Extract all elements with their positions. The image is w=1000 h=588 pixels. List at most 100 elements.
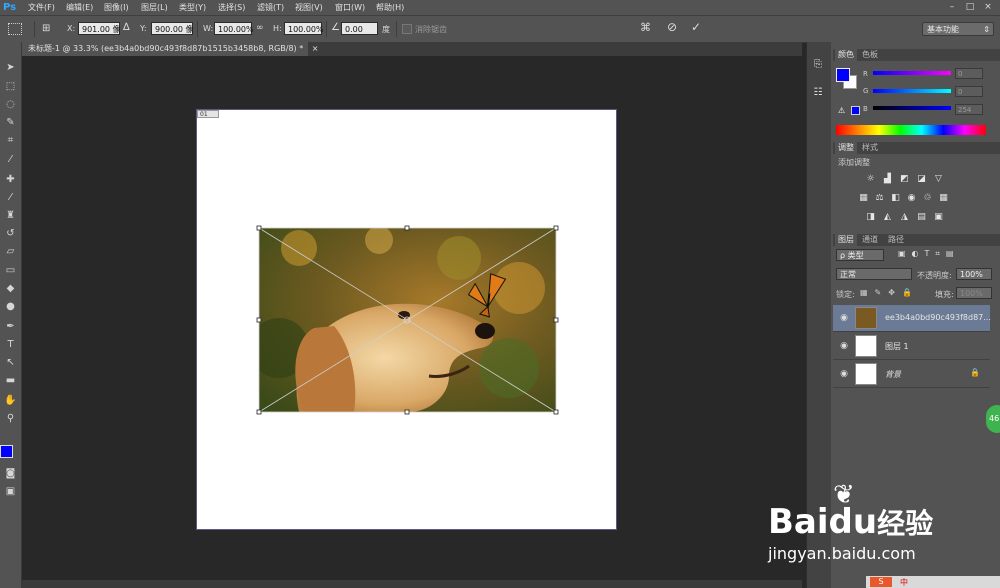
photo-filter-icon[interactable]: ◉	[905, 193, 918, 204]
properties-panel-icon[interactable]: ☷	[811, 86, 825, 100]
gradient-tool-icon[interactable]: ▭	[3, 263, 18, 278]
layer-row-layer-1[interactable]: ◉ 图层 1	[833, 333, 990, 360]
screen-mode-icon[interactable]: ▣	[3, 484, 18, 499]
g-field[interactable]: 0	[955, 86, 983, 97]
levels-icon[interactable]: ▟	[881, 174, 894, 185]
blend-mode-select[interactable]: 正常	[836, 268, 912, 280]
layer-filter-icons[interactable]: ▣◐T⌗▤	[898, 249, 960, 259]
menu-help[interactable]: 帮助(H)	[376, 0, 404, 15]
color-spectrum-bar[interactable]	[836, 125, 986, 135]
cancel-transform-icon[interactable]: ⊘	[667, 20, 677, 34]
eye-icon[interactable]: ◉	[838, 368, 850, 380]
lasso-tool-icon[interactable]: ◌	[3, 97, 18, 112]
notification-badge[interactable]: 46	[986, 405, 1000, 433]
close-button[interactable]: ×	[982, 2, 994, 13]
hand-tool-icon[interactable]: ✋	[3, 393, 18, 408]
eye-icon[interactable]: ◉	[838, 312, 850, 324]
shape-tool-icon[interactable]: ▬	[3, 373, 18, 388]
selective-color-icon[interactable]: ▣	[932, 212, 945, 223]
layer-name[interactable]: 背景	[885, 369, 901, 380]
tab-swatches[interactable]: 色板	[859, 49, 881, 61]
warp-icon[interactable]: ⌘	[640, 21, 651, 34]
link-icon[interactable]: ∞	[256, 23, 264, 33]
color-foreground-swatch[interactable]	[836, 68, 850, 82]
w-field[interactable]: 100.00%	[214, 22, 254, 35]
free-transform-box[interactable]	[255, 224, 560, 416]
h-field[interactable]: 100.00%	[284, 22, 324, 35]
marquee-tool-icon[interactable]: ⬚	[3, 79, 18, 94]
tab-adjustments[interactable]: 调整	[835, 142, 857, 154]
lock-icons[interactable]: ▦✎✥🔒	[860, 288, 919, 297]
menu-image[interactable]: 图像(I)	[104, 0, 129, 15]
history-panel-icon[interactable]: ⎘	[811, 58, 825, 72]
history-brush-tool-icon[interactable]: ↺	[3, 226, 18, 241]
layer-name[interactable]: 图层 1	[885, 341, 909, 352]
layer-name[interactable]: ee3b4a0bd90c493f8d87...	[885, 313, 991, 322]
blur-tool-icon[interactable]: ◆	[3, 281, 18, 296]
document-tab[interactable]: 未标题-1 @ 33.3% (ee3b4a0bd90c493f8d87b1515…	[22, 42, 318, 56]
websafe-color-icon[interactable]	[851, 106, 860, 115]
healing-tool-icon[interactable]: ✚	[3, 172, 18, 187]
angle-field[interactable]: 0.00	[341, 22, 378, 35]
menu-edit[interactable]: 编辑(E)	[66, 0, 93, 15]
r-field[interactable]: 0	[955, 68, 983, 79]
dodge-tool-icon[interactable]: ●	[3, 299, 18, 314]
reference-point-icon[interactable]: ⊞	[42, 22, 56, 36]
hue-saturation-icon[interactable]: ▦	[857, 193, 870, 204]
zoom-tool-icon[interactable]: ⚲	[3, 411, 18, 426]
g-slider[interactable]	[873, 89, 951, 93]
brightness-icon[interactable]: ☼	[864, 174, 877, 185]
menu-file[interactable]: 文件(F)	[28, 0, 55, 15]
commit-transform-icon[interactable]: ✓	[691, 20, 701, 34]
stamp-tool-icon[interactable]: ♜	[3, 208, 18, 223]
vibrance-icon[interactable]: ▽	[932, 174, 945, 185]
document-tab-close[interactable]: ×	[312, 44, 319, 53]
brush-tool-icon[interactable]: ⁄	[3, 190, 18, 205]
posterize-icon[interactable]: ◭	[881, 212, 894, 223]
path-select-tool-icon[interactable]: ↖	[3, 355, 18, 370]
black-white-icon[interactable]: ◧	[889, 193, 902, 204]
eye-icon[interactable]: ◉	[838, 340, 850, 352]
workspace-select[interactable]: 基本功能 ⇕	[922, 22, 994, 36]
menu-layer[interactable]: 图层(L)	[141, 0, 168, 15]
quick-mask-icon[interactable]: ◙	[3, 466, 18, 481]
menu-view[interactable]: 视图(V)	[295, 0, 323, 15]
x-field[interactable]: 901.00 像	[78, 22, 121, 35]
antialias-checkbox[interactable]	[402, 24, 412, 34]
b-slider[interactable]	[873, 106, 951, 110]
tab-styles[interactable]: 样式	[859, 142, 881, 154]
maximize-button[interactable]: □	[964, 2, 976, 13]
invert-icon[interactable]: ◨	[864, 212, 877, 223]
b-field[interactable]: 254	[955, 104, 983, 115]
delta-icon[interactable]: ∆	[123, 22, 130, 33]
tab-color[interactable]: 颜色	[835, 49, 857, 61]
opacity-field[interactable]: 100%	[956, 268, 992, 280]
r-slider[interactable]	[873, 71, 951, 75]
threshold-icon[interactable]: ◮	[898, 212, 911, 223]
layer-row-smart-object[interactable]: ◉ ee3b4a0bd90c493f8d87...	[833, 305, 991, 332]
eraser-tool-icon[interactable]: ▱	[3, 244, 18, 259]
menu-filter[interactable]: 滤镜(T)	[257, 0, 284, 15]
layer-filter-select[interactable]: ρ 类型	[836, 249, 884, 261]
fill-field[interactable]: 100%	[956, 287, 992, 299]
color-lookup-icon[interactable]: ▦	[937, 193, 950, 204]
tab-channels[interactable]: 通道	[859, 234, 881, 246]
menu-window[interactable]: 窗口(W)	[335, 0, 365, 15]
gradient-map-icon[interactable]: ▤	[915, 212, 928, 223]
foreground-color-swatch[interactable]	[0, 445, 13, 458]
layer-row-background[interactable]: ◉ 背景 🔒	[833, 361, 990, 388]
exposure-icon[interactable]: ◪	[915, 174, 928, 185]
eyedropper-tool-icon[interactable]: ⁄	[3, 152, 18, 167]
tab-paths[interactable]: 路径	[885, 234, 907, 246]
menu-select[interactable]: 选择(S)	[218, 0, 245, 15]
move-tool-icon[interactable]: ➤	[3, 60, 18, 75]
quick-select-tool-icon[interactable]: ✎	[3, 115, 18, 130]
transform-tool-icon[interactable]	[8, 23, 22, 35]
minimize-button[interactable]: –	[946, 2, 958, 13]
channel-mixer-icon[interactable]: ♲	[921, 193, 934, 204]
curves-icon[interactable]: ◩	[898, 174, 911, 185]
menu-type[interactable]: 类型(Y)	[179, 0, 206, 15]
y-field[interactable]: 900.00 像	[151, 22, 194, 35]
crop-tool-icon[interactable]: ⌗	[3, 133, 18, 148]
type-tool-icon[interactable]: T	[3, 337, 18, 352]
